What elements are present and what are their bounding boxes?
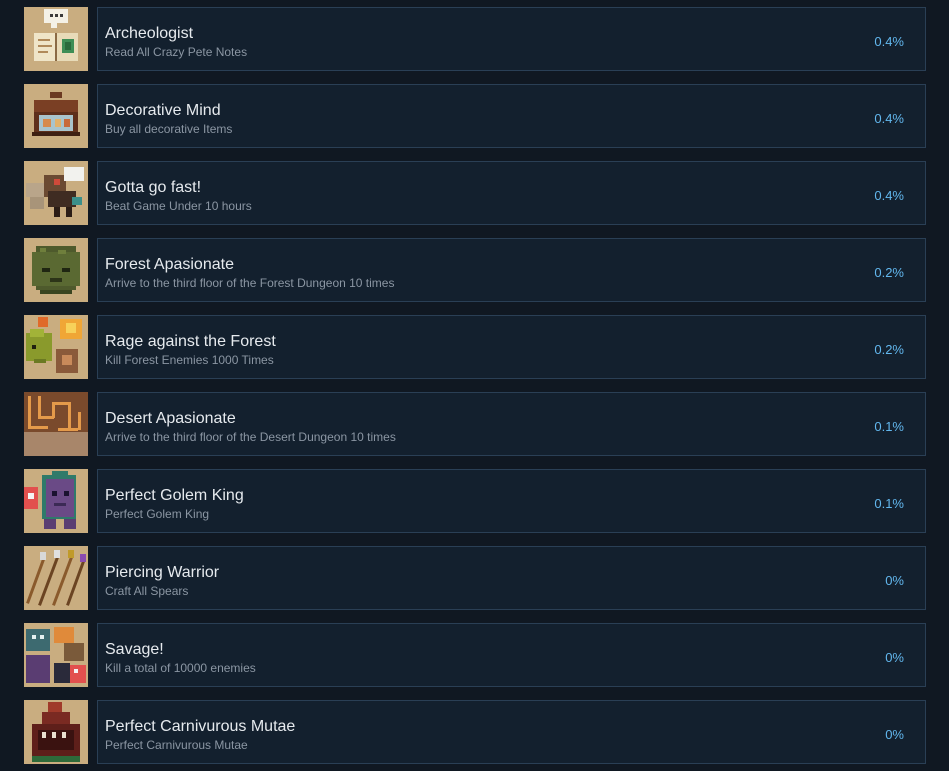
carnivorous-mutae-icon — [24, 700, 88, 764]
achievement-percent: 0.4% — [874, 111, 904, 126]
monster-group-icon — [24, 623, 88, 687]
achievement-title: Forest Apasionate — [105, 256, 234, 273]
achievement-row[interactable]: Decorative Mind Buy all decorative Items… — [24, 84, 926, 148]
achievement-title: Perfect Golem King — [105, 487, 244, 504]
running-character-icon — [24, 161, 88, 225]
achievement-description: Arrive to the third floor of the Desert … — [105, 430, 396, 444]
achievement-title: Decorative Mind — [105, 102, 221, 119]
achievement-description: Perfect Golem King — [105, 507, 210, 521]
desert-maze-icon — [24, 392, 88, 456]
achievement-description: Buy all decorative Items — [105, 122, 233, 136]
achievement-description: Kill Forest Enemies 1000 Times — [105, 353, 274, 367]
achievement-percent: 0% — [885, 573, 904, 588]
achievement-description: Perfect Carnivurous Mutae — [105, 738, 248, 752]
achievement-panel: Piercing Warrior Craft All Spears 0% — [97, 546, 926, 610]
achievement-panel: Decorative Mind Buy all decorative Items… — [97, 84, 926, 148]
achievement-panel: Forest Apasionate Arrive to the third fl… — [97, 238, 926, 302]
achievement-panel: Rage against the Forest Kill Forest Enem… — [97, 315, 926, 379]
golem-king-icon — [24, 469, 88, 533]
achievement-description: Arrive to the third floor of the Forest … — [105, 276, 395, 290]
achievement-row[interactable]: Piercing Warrior Craft All Spears 0% — [24, 546, 926, 610]
achievement-percent: 0.4% — [874, 188, 904, 203]
achievement-panel: Gotta go fast! Beat Game Under 10 hours … — [97, 161, 926, 225]
book-notes-icon — [24, 7, 88, 71]
achievement-description: Beat Game Under 10 hours — [105, 199, 252, 213]
achievement-list: Archeologist Read All Crazy Pete Notes 0… — [0, 0, 949, 771]
forest-golem-head-icon — [24, 238, 88, 302]
achievement-title: Archeologist — [105, 25, 194, 42]
achievement-percent: 0% — [885, 650, 904, 665]
achievement-title: Savage! — [105, 641, 164, 658]
spears-icon — [24, 546, 88, 610]
achievement-panel: Perfect Carnivurous Mutae Perfect Carniv… — [97, 700, 926, 764]
treasure-chest-icon — [24, 84, 88, 148]
achievement-row[interactable]: Savage! Kill a total of 10000 enemies 0% — [24, 623, 926, 687]
achievement-row[interactable]: Desert Apasionate Arrive to the third fl… — [24, 392, 926, 456]
achievement-percent: 0.1% — [874, 496, 904, 511]
forest-creatures-icon — [24, 315, 88, 379]
achievement-title: Gotta go fast! — [105, 179, 202, 196]
achievement-description: Read All Crazy Pete Notes — [105, 45, 248, 59]
achievement-panel: Perfect Golem King Perfect Golem King 0.… — [97, 469, 926, 533]
achievement-percent: 0.1% — [874, 419, 904, 434]
achievement-description: Craft All Spears — [105, 584, 189, 598]
achievement-row[interactable]: Perfect Golem King Perfect Golem King 0.… — [24, 469, 926, 533]
achievement-description: Kill a total of 10000 enemies — [105, 661, 256, 675]
achievement-percent: 0.4% — [874, 34, 904, 49]
achievement-panel: Desert Apasionate Arrive to the third fl… — [97, 392, 926, 456]
achievement-percent: 0.2% — [874, 342, 904, 357]
achievement-title: Piercing Warrior — [105, 564, 220, 581]
achievement-percent: 0% — [885, 727, 904, 742]
achievement-row[interactable]: Archeologist Read All Crazy Pete Notes 0… — [24, 7, 926, 71]
achievement-row[interactable]: Rage against the Forest Kill Forest Enem… — [24, 315, 926, 379]
achievement-panel: Archeologist Read All Crazy Pete Notes 0… — [97, 7, 926, 71]
achievement-panel: Savage! Kill a total of 10000 enemies 0% — [97, 623, 926, 687]
achievement-title: Perfect Carnivurous Mutae — [105, 718, 296, 735]
achievement-row[interactable]: Forest Apasionate Arrive to the third fl… — [24, 238, 926, 302]
achievement-row[interactable]: Perfect Carnivurous Mutae Perfect Carniv… — [24, 700, 926, 764]
achievement-title: Rage against the Forest — [105, 333, 276, 350]
achievement-percent: 0.2% — [874, 265, 904, 280]
achievement-row[interactable]: Gotta go fast! Beat Game Under 10 hours … — [24, 161, 926, 225]
achievement-title: Desert Apasionate — [105, 410, 236, 427]
